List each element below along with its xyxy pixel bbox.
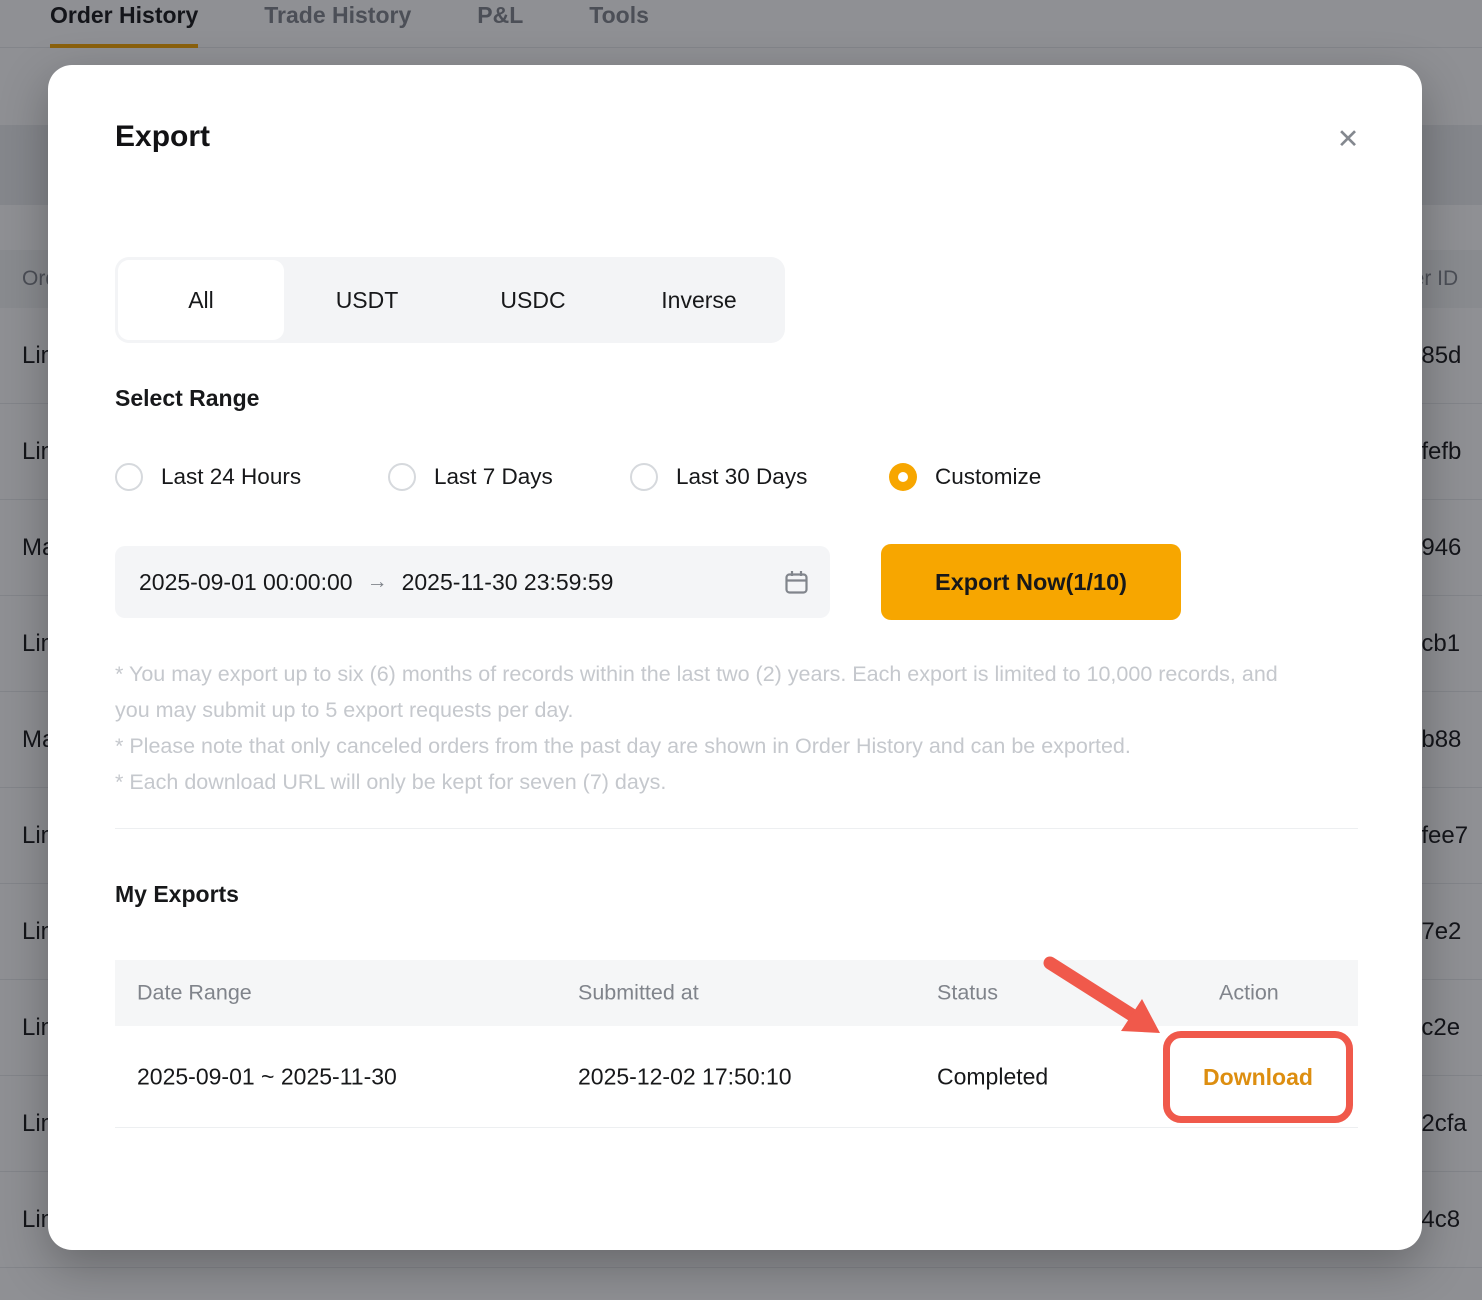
download-button[interactable]: Download xyxy=(1203,1064,1313,1091)
radio-last-30-days[interactable]: Last 30 Days xyxy=(630,463,807,491)
modal-title: Export xyxy=(115,120,210,154)
export-note: * Please note that only canceled orders … xyxy=(115,728,1307,764)
export-now-button[interactable]: Export Now(1/10) xyxy=(881,544,1181,620)
calendar-icon[interactable] xyxy=(783,569,810,596)
radio-customize[interactable]: Customize xyxy=(889,463,1041,491)
export-notes: * You may export up to six (6) months of… xyxy=(115,656,1307,800)
annotation-highlight-box: Download xyxy=(1163,1031,1353,1123)
col-status: Status xyxy=(937,981,998,1006)
export-note: * You may export up to six (6) months of… xyxy=(115,656,1307,728)
radio-circle-icon xyxy=(630,463,658,491)
range-radio-group: Last 24 Hours Last 7 Days Last 30 Days Cust… xyxy=(115,463,1355,495)
market-filter-tabs: AllUSDTUSDCInverse xyxy=(115,257,785,343)
exports-table-header: Date Range Submitted at Status Action xyxy=(115,960,1358,1026)
date-end: 2025-11-30 23:59:59 xyxy=(402,569,614,596)
export-date-range: 2025-09-01 ~ 2025-11-30 xyxy=(137,1063,397,1090)
select-range-label: Select Range xyxy=(115,385,259,412)
radio-circle-icon xyxy=(388,463,416,491)
export-modal: Export ✕ AllUSDTUSDCInverse Select Range… xyxy=(48,65,1422,1250)
export-note: * Each download URL will only be kept fo… xyxy=(115,764,1307,800)
date-to-arrow-icon: → xyxy=(367,570,388,594)
col-submitted-at: Submitted at xyxy=(578,981,699,1006)
radio-label: Last 7 Days xyxy=(434,464,553,490)
page: Order HistoryTrade HistoryP&LTools Order… xyxy=(0,0,1482,1300)
radio-circle-icon xyxy=(115,463,143,491)
radio-last-24-hours[interactable]: Last 24 Hours xyxy=(115,463,301,491)
radio-circle-icon xyxy=(889,463,917,491)
export-submitted-at: 2025-12-02 17:50:10 xyxy=(578,1063,792,1090)
radio-last-7-days[interactable]: Last 7 Days xyxy=(388,463,553,491)
divider xyxy=(115,828,1358,829)
market-tab-usdc[interactable]: USDC xyxy=(450,260,616,340)
export-status: Completed xyxy=(937,1063,1048,1090)
my-exports-title: My Exports xyxy=(115,881,239,908)
col-date-range: Date Range xyxy=(137,981,252,1006)
date-start: 2025-09-01 00:00:00 xyxy=(139,569,353,596)
date-range-input[interactable]: 2025-09-01 00:00:00 → 2025-11-30 23:59:5… xyxy=(115,546,830,618)
market-tab-all[interactable]: All xyxy=(118,260,284,340)
col-action: Action xyxy=(1219,981,1279,1006)
radio-label: Customize xyxy=(935,464,1041,490)
market-tab-inverse[interactable]: Inverse xyxy=(616,260,782,340)
export-row: 2025-09-01 ~ 2025-11-30 2025-12-02 17:50… xyxy=(115,1026,1358,1128)
market-tab-usdt[interactable]: USDT xyxy=(284,260,450,340)
close-icon[interactable]: ✕ xyxy=(1328,119,1368,159)
radio-label: Last 30 Days xyxy=(676,464,807,490)
radio-label: Last 24 Hours xyxy=(161,464,301,490)
my-exports-table: Date Range Submitted at Status Action 20… xyxy=(115,960,1358,1128)
